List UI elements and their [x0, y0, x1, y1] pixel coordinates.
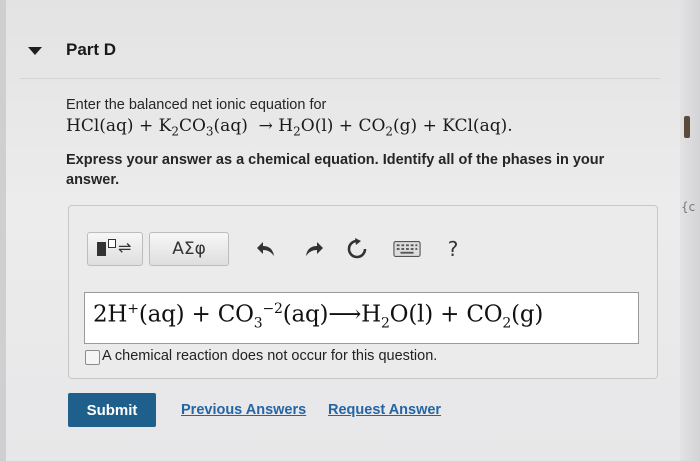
- edge-glyph: {c: [681, 200, 696, 214]
- question-instructions: Express your answer as a chemical equati…: [66, 152, 605, 188]
- math-toolbar: ⇌ ΑΣφ ?: [87, 232, 627, 268]
- answer-equation: 2H+(aq) + CO3−2(aq)⟶H2O(l) + CO2(g): [93, 301, 544, 332]
- greek-symbols-button[interactable]: ΑΣφ: [149, 232, 229, 266]
- no-reaction-label: A chemical reaction does not occur for t…: [102, 348, 438, 364]
- templates-superscript-box: [108, 239, 116, 248]
- part-title: Part D: [66, 40, 117, 59]
- help-icon[interactable]: ?: [439, 235, 467, 263]
- undo-icon[interactable]: [253, 235, 281, 263]
- keyboard-icon[interactable]: [393, 235, 421, 263]
- submit-button[interactable]: Submit: [68, 393, 156, 427]
- answer-input[interactable]: 2H+(aq) + CO3−2(aq)⟶H2O(l) + CO2(g): [84, 292, 639, 344]
- part-header[interactable]: Part D: [20, 30, 660, 70]
- question-reaction: HCl(aq) + K2CO3(aq) → H2O(l) + CO2(g) + …: [66, 116, 513, 139]
- divider: [20, 78, 660, 79]
- reset-icon[interactable]: [343, 235, 371, 263]
- question-prompt: Enter the balanced net ionic equation fo…: [66, 97, 327, 113]
- redo-icon[interactable]: [299, 235, 327, 263]
- no-reaction-checkbox[interactable]: [85, 350, 100, 365]
- collapse-caret-icon[interactable]: [28, 47, 42, 55]
- answer-box: ⇌ ΑΣφ ? 2H+(aq) + CO3−2(aq)⟶H2O(l) + CO2…: [68, 205, 658, 379]
- templates-button[interactable]: ⇌: [87, 232, 143, 266]
- equilibrium-arrow-icon: ⇌: [118, 238, 132, 257]
- scroll-marker: [684, 116, 690, 138]
- screen-edge-right: {c: [680, 0, 700, 461]
- previous-answers-link[interactable]: Previous Answers: [181, 402, 306, 418]
- screen-edge-left: [0, 0, 6, 461]
- templates-icon: [97, 242, 106, 256]
- request-answer-link[interactable]: Request Answer: [328, 402, 441, 418]
